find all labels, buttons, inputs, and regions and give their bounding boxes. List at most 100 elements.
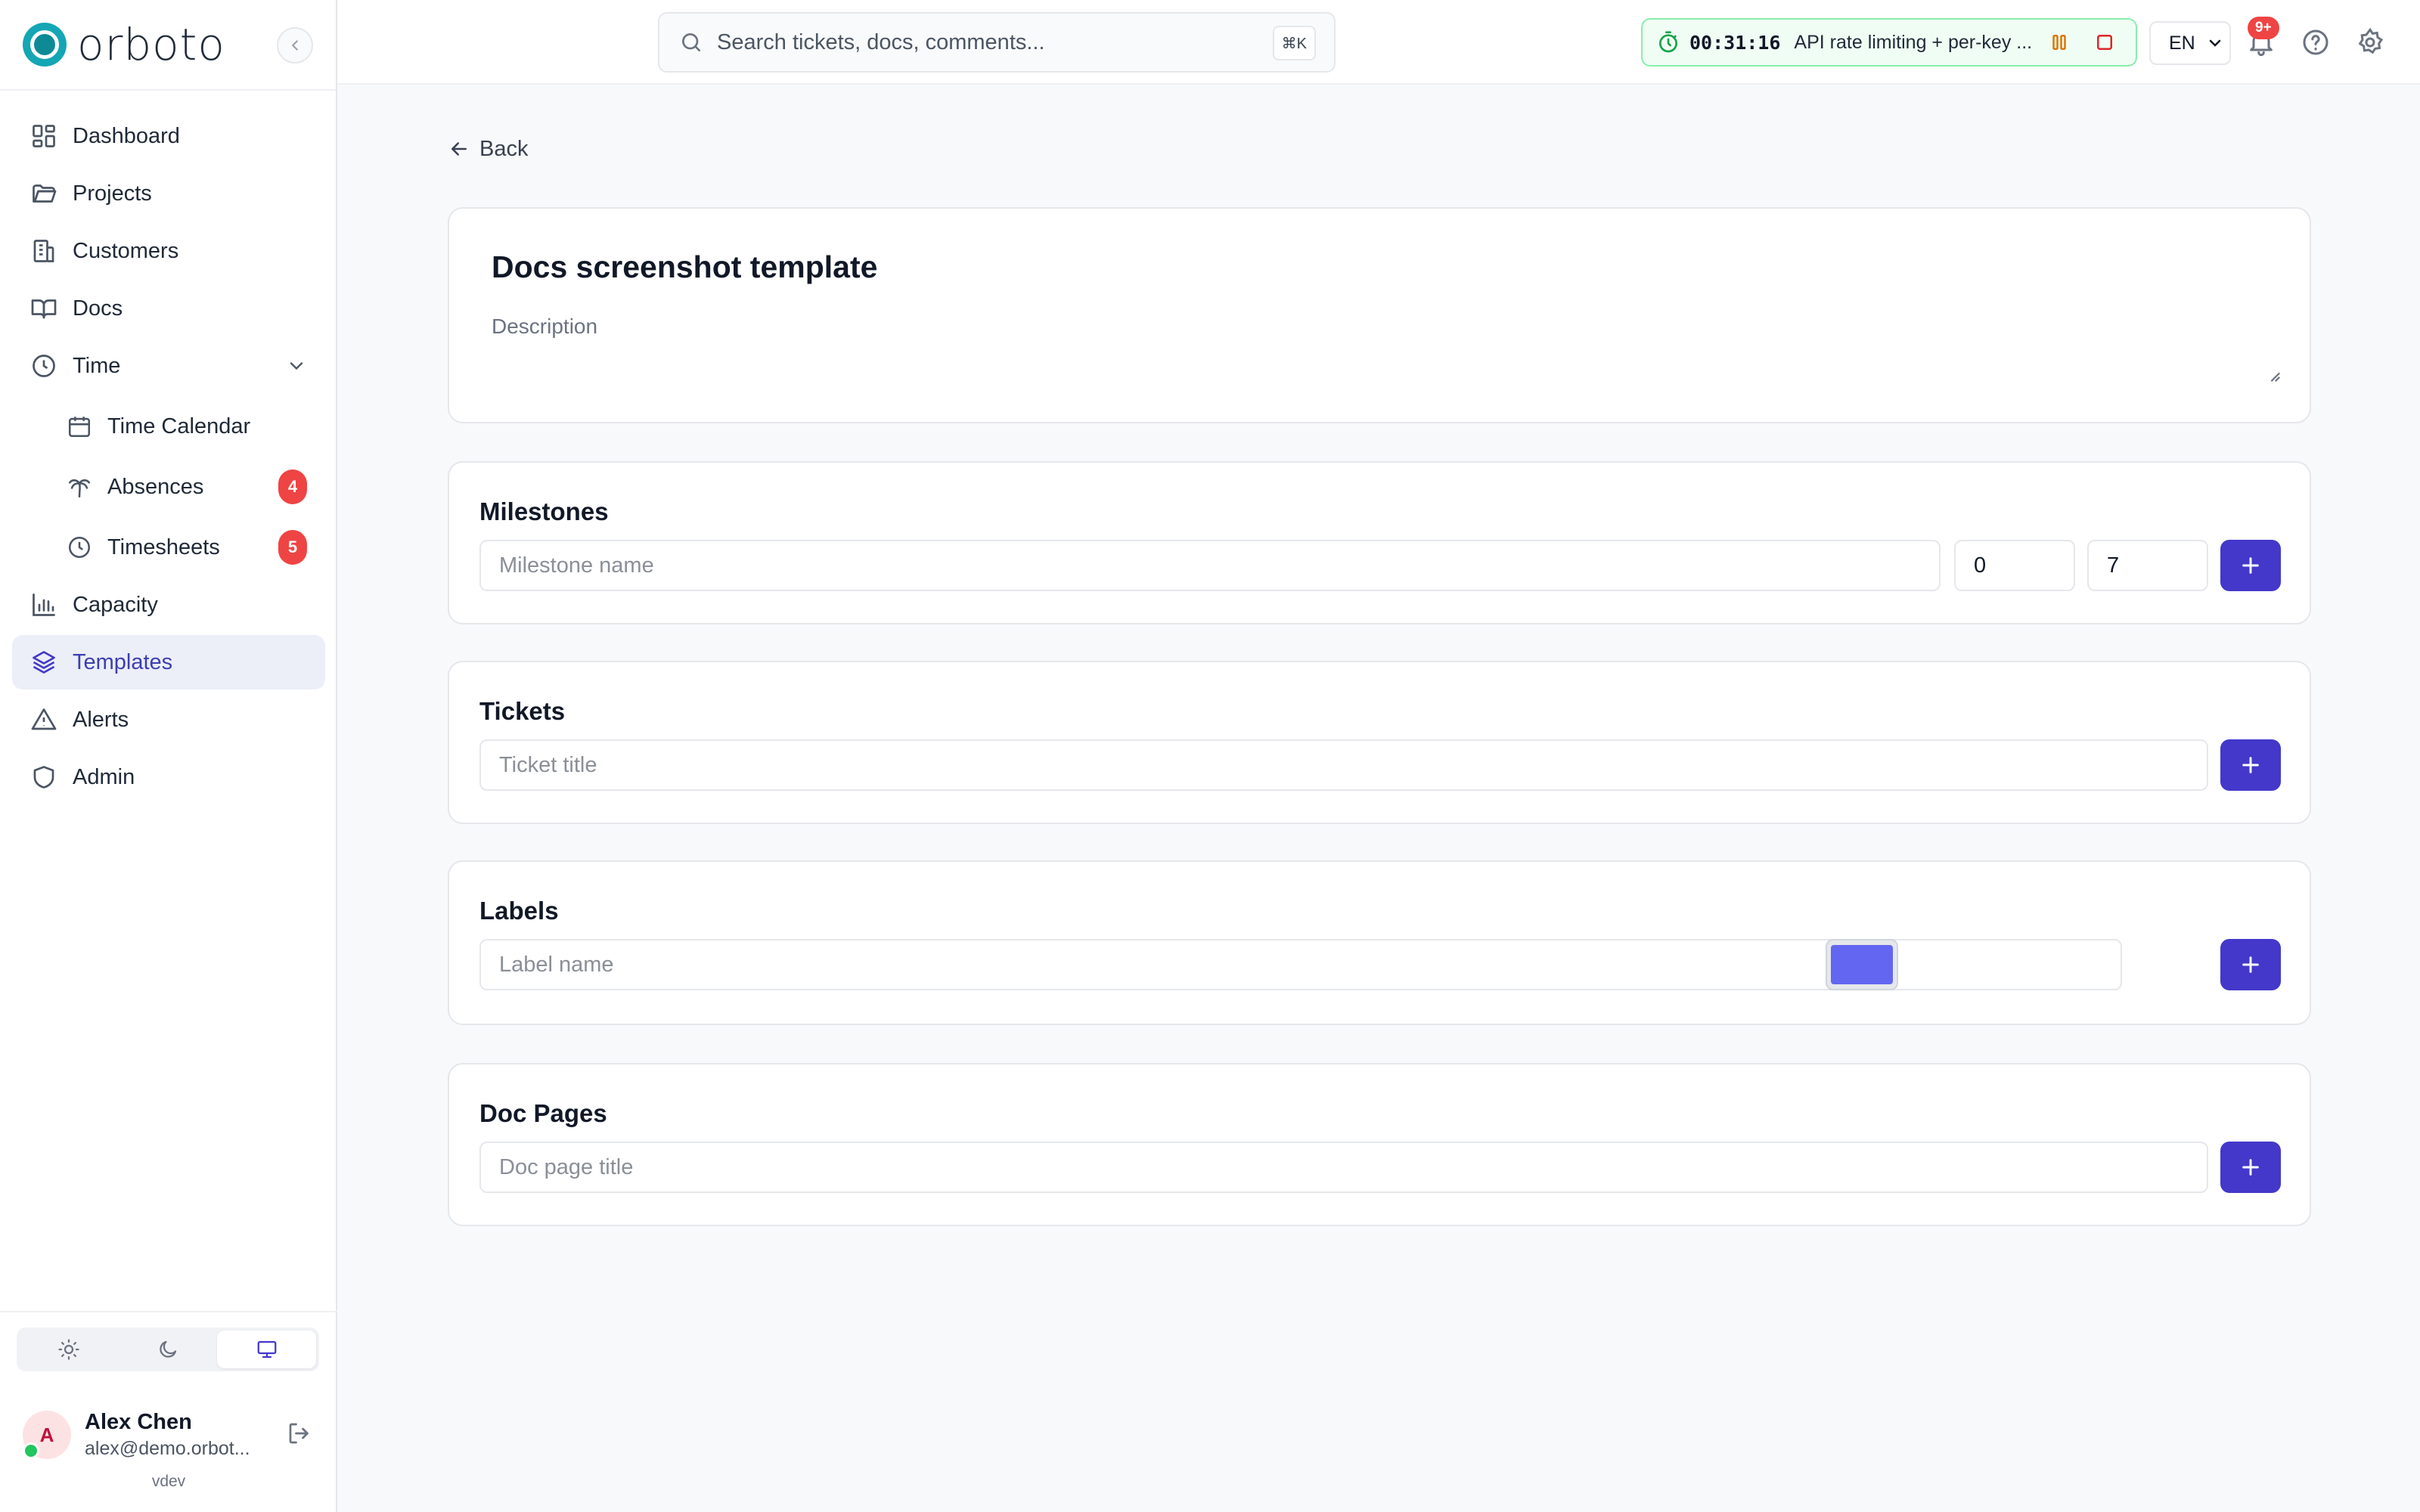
tickets-card: Tickets xyxy=(448,661,2311,824)
template-description-field[interactable] xyxy=(492,314,2254,383)
building-icon xyxy=(33,240,54,262)
plus-icon xyxy=(2242,1159,2259,1176)
doc-page-title-input[interactable] xyxy=(479,1142,2208,1193)
sun-icon xyxy=(58,1339,79,1360)
milestone-duration-input[interactable] xyxy=(2087,540,2208,591)
layers-icon xyxy=(33,651,55,674)
back-label: Back xyxy=(479,136,529,161)
milestone-name-input[interactable] xyxy=(479,540,1941,591)
resize-handle-icon[interactable] xyxy=(2267,369,2281,383)
user-name: Alex Chen xyxy=(85,1410,192,1434)
search-input[interactable] xyxy=(717,29,1246,55)
sidebar-item-label: Customers xyxy=(73,238,179,263)
sidebar-item-label: Templates xyxy=(73,649,173,674)
sidebar-item-admin[interactable]: Admin xyxy=(12,750,325,804)
sidebar-item-label: Time Calendar xyxy=(107,414,251,438)
palm-tree-icon xyxy=(68,479,91,498)
sidebar-item-timesheets[interactable]: Timesheets 5 xyxy=(12,517,325,578)
alert-triangle-icon xyxy=(31,708,57,730)
monitor-icon xyxy=(257,1340,277,1359)
logout-icon[interactable] xyxy=(286,1420,313,1447)
absences-count-badge: 4 xyxy=(278,469,307,504)
sidebar-nav: Dashboard Projects Customers Docs Time T… xyxy=(12,109,325,807)
clock-icon xyxy=(33,355,55,377)
theme-light-option[interactable] xyxy=(20,1331,119,1368)
chevron-down-icon[interactable] xyxy=(286,355,307,376)
sidebar-item-label: Absences xyxy=(107,474,204,499)
label-color-picker[interactable] xyxy=(1826,939,1898,990)
brand-name: orboto xyxy=(77,19,225,70)
help-icon[interactable] xyxy=(2301,27,2331,57)
book-icon xyxy=(31,299,57,319)
sidebar-item-time[interactable]: Time xyxy=(12,339,325,393)
plus-icon xyxy=(2242,757,2259,773)
sidebar-item-docs[interactable]: Docs xyxy=(12,281,325,336)
sidebar-divider xyxy=(0,1311,337,1312)
milestones-card: Milestones xyxy=(448,461,2311,624)
sidebar-item-label: Docs xyxy=(73,296,123,321)
timer-task-label[interactable]: API rate limiting + per-key ... xyxy=(1794,32,2036,54)
sidebar-item-label: Time xyxy=(73,353,121,378)
sidebar-item-projects[interactable]: Projects xyxy=(12,166,325,221)
sidebar-item-customers[interactable]: Customers xyxy=(12,224,325,278)
clock-icon xyxy=(68,536,91,559)
theme-switch xyxy=(17,1328,319,1371)
stopwatch-icon xyxy=(1659,31,1677,53)
doc-pages-card: Doc Pages xyxy=(448,1063,2311,1226)
sidebar-item-label: Projects xyxy=(73,181,152,206)
avatar-initial: A xyxy=(39,1423,54,1446)
sidebar-item-label: Alerts xyxy=(73,707,129,732)
sidebar-item-capacity[interactable]: Capacity xyxy=(12,578,325,632)
tickets-title: Tickets xyxy=(479,697,566,725)
global-search[interactable]: ⌘K xyxy=(658,12,1336,73)
moon-icon xyxy=(160,1340,177,1358)
timer-elapsed: 00:31:16 xyxy=(1689,31,1781,54)
plus-icon xyxy=(2242,956,2259,973)
dashboard-icon xyxy=(33,125,55,147)
sidebar: orboto Dashboard Projects Customers Docs… xyxy=(0,0,337,1512)
pause-icon[interactable] xyxy=(2048,31,2071,54)
theme-dark-option[interactable] xyxy=(119,1331,218,1368)
folder-icon xyxy=(33,184,57,203)
stop-icon[interactable] xyxy=(2093,31,2116,54)
collapse-sidebar-button[interactable] xyxy=(277,27,313,64)
sidebar-item-label: Capacity xyxy=(73,592,158,617)
arrow-left-icon xyxy=(451,142,467,156)
template-title[interactable]: Docs screenshot template xyxy=(492,249,877,285)
online-status-dot xyxy=(23,1442,39,1459)
sidebar-item-absences[interactable]: Absences 4 xyxy=(12,457,325,517)
add-ticket-button[interactable] xyxy=(2220,739,2281,791)
sidebar-item-label: Timesheets xyxy=(107,534,220,559)
add-doc-page-button[interactable] xyxy=(2220,1142,2281,1193)
app-version: vdev xyxy=(151,1473,186,1490)
sidebar-item-alerts[interactable]: Alerts xyxy=(12,692,325,747)
labels-title: Labels xyxy=(479,897,559,925)
milestone-start-input[interactable] xyxy=(1954,540,2075,591)
sidebar-item-templates[interactable]: Templates xyxy=(12,635,325,689)
search-shortcut-hint: ⌘K xyxy=(1272,26,1316,60)
bar-chart-icon xyxy=(33,593,55,616)
timesheets-count-badge: 5 xyxy=(278,530,307,565)
shield-icon xyxy=(33,766,54,789)
plus-icon xyxy=(2242,557,2259,574)
add-milestone-button[interactable] xyxy=(2220,540,2281,591)
template-header-card: Docs screenshot template xyxy=(448,207,2311,423)
ticket-title-input[interactable] xyxy=(479,739,2208,791)
user-info: Alex Chen alex@demo.orbot... xyxy=(85,1410,250,1460)
chevron-down-icon xyxy=(2209,39,2220,47)
add-label-button[interactable] xyxy=(2220,939,2281,990)
brand-logo xyxy=(23,23,67,67)
back-link[interactable]: Back xyxy=(448,133,528,165)
notifications-badge: 9+ xyxy=(2248,17,2279,39)
user-email: alex@demo.orbot... xyxy=(85,1438,250,1459)
sidebar-item-dashboard[interactable]: Dashboard xyxy=(12,109,325,163)
avatar[interactable]: A xyxy=(23,1411,71,1459)
theme-system-option[interactable] xyxy=(217,1331,317,1368)
running-timer[interactable]: 00:31:16 API rate limiting + per-key ... xyxy=(1641,18,2137,67)
search-icon xyxy=(682,33,700,51)
gear-icon[interactable] xyxy=(2355,27,2385,57)
user-profile[interactable]: A Alex Chen alex@demo.orbot... xyxy=(23,1405,325,1465)
language-select[interactable]: EN xyxy=(2149,21,2231,65)
chevron-left-icon xyxy=(292,40,298,51)
sidebar-item-time-calendar[interactable]: Time Calendar xyxy=(12,396,325,457)
